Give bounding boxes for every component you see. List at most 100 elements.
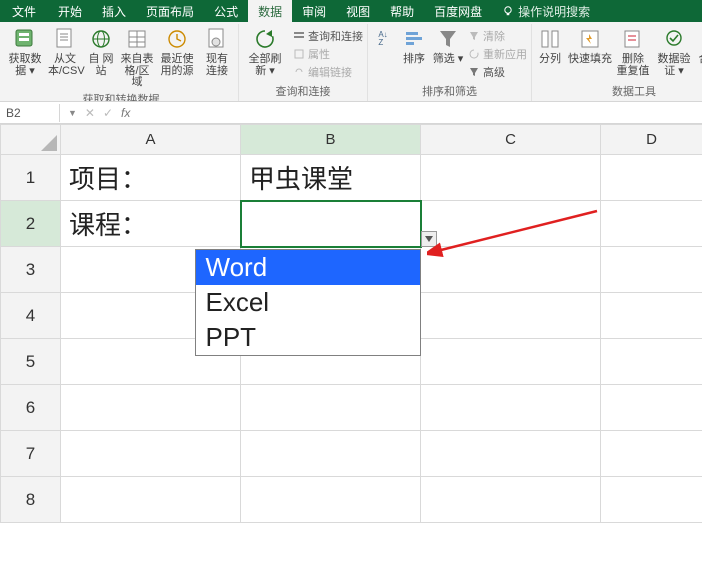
tab-home[interactable]: 开始: [48, 0, 92, 22]
lightbulb-icon: [502, 5, 514, 17]
cell-D4[interactable]: [601, 293, 702, 339]
tab-baidu-pan[interactable]: 百度网盘: [424, 0, 492, 22]
tab-file[interactable]: 文件: [0, 0, 48, 22]
advanced-icon: [468, 66, 480, 78]
from-web-button[interactable]: 自 网站: [88, 26, 114, 77]
row-header-6[interactable]: 6: [1, 385, 61, 431]
cell-B2[interactable]: [241, 201, 421, 247]
cell-C6[interactable]: [421, 385, 601, 431]
select-all-corner[interactable]: [1, 125, 61, 155]
from-table-range-button[interactable]: 来自表 格/区域: [120, 26, 154, 89]
cell-C4[interactable]: [421, 293, 601, 339]
clear-icon: [468, 30, 480, 42]
clear-filter-button[interactable]: 清除: [468, 28, 527, 44]
cell-D7[interactable]: [601, 431, 702, 477]
spreadsheet: A B C D 1 项目： 甲虫课堂 2 课程： 3: [0, 124, 702, 523]
consolidate-label: 合并计: [699, 54, 702, 66]
name-box[interactable]: B2: [0, 104, 60, 122]
cell-B6[interactable]: [241, 385, 421, 431]
row-header-1[interactable]: 1: [1, 155, 61, 201]
cell-D1[interactable]: [601, 155, 702, 201]
existing-connections-button[interactable]: 现有 连接: [200, 26, 234, 77]
namebox-dropdown-icon[interactable]: ▼: [68, 108, 77, 118]
row-header-4[interactable]: 4: [1, 293, 61, 339]
data-validation-icon: [661, 26, 687, 52]
fx-icon[interactable]: fx: [121, 106, 130, 120]
reapply-label: 重新应用: [483, 46, 527, 62]
advanced-filter-button[interactable]: 高级: [468, 64, 527, 80]
filter-button[interactable]: 筛选 ▾: [434, 26, 462, 66]
col-header-C[interactable]: C: [421, 125, 601, 155]
sort-label: 排序: [403, 54, 425, 66]
cell-C1[interactable]: [421, 155, 601, 201]
col-header-A[interactable]: A: [61, 125, 241, 155]
row-header-7[interactable]: 7: [1, 431, 61, 477]
fx-confirm-icon[interactable]: ✓: [103, 106, 113, 120]
cell-B1[interactable]: 甲虫课堂: [241, 155, 421, 201]
col-header-B[interactable]: B: [241, 125, 421, 155]
cell-A6[interactable]: [61, 385, 241, 431]
col-header-D[interactable]: D: [601, 125, 702, 155]
data-validation-button[interactable]: 数据验 证 ▾: [656, 26, 692, 77]
cell-C3[interactable]: [421, 247, 601, 293]
text-to-columns-button[interactable]: 分列: [536, 26, 564, 66]
tab-data[interactable]: 数据: [248, 0, 292, 22]
tab-formulas[interactable]: 公式: [204, 0, 248, 22]
recent-icon: [164, 26, 190, 52]
existing-conn-icon: [204, 26, 230, 52]
tab-review[interactable]: 审阅: [292, 0, 336, 22]
consolidate-button[interactable]: 合并计: [698, 26, 702, 66]
tab-page-layout[interactable]: 页面布局: [136, 0, 204, 22]
flash-fill-button[interactable]: 快速填充: [570, 26, 610, 66]
cell-C7[interactable]: [421, 431, 601, 477]
group-label-get: 获取和转换数据: [83, 89, 160, 102]
funnel-icon: [435, 26, 461, 52]
cell-B8[interactable]: [241, 477, 421, 523]
cell-A1[interactable]: 项目：: [61, 155, 241, 201]
tab-view[interactable]: 视图: [336, 0, 380, 22]
cell-C2[interactable]: [421, 201, 601, 247]
cell-D2[interactable]: [601, 201, 702, 247]
dropdown-option-2[interactable]: PPT: [196, 320, 420, 355]
cell-A8[interactable]: [61, 477, 241, 523]
ribbon: 获取数 据 ▾ 从文 本/CSV 自 网站 来自表 格/区域: [0, 22, 702, 102]
refresh-all-button[interactable]: 全部刷新 ▾: [243, 26, 287, 77]
flash-fill-icon: [577, 26, 603, 52]
reapply-button[interactable]: 重新应用: [468, 46, 527, 62]
properties-button[interactable]: 属性: [293, 46, 363, 62]
sort-button[interactable]: 排序: [400, 26, 428, 66]
from-text-csv-button[interactable]: 从文 本/CSV: [48, 26, 82, 77]
group-sort-filter: A↓Z 排序 筛选 ▾ 清除: [368, 24, 532, 101]
edit-links-label: 编辑链接: [308, 64, 352, 80]
dropdown-option-1[interactable]: Excel: [196, 285, 420, 320]
cell-D3[interactable]: [601, 247, 702, 293]
cell-D5[interactable]: [601, 339, 702, 385]
edit-links-button[interactable]: 编辑链接: [293, 64, 363, 80]
data-validation-dropdown-button[interactable]: [421, 231, 437, 247]
sort-az-button[interactable]: A↓Z: [372, 26, 394, 52]
cell-C8[interactable]: [421, 477, 601, 523]
cell-C5[interactable]: [421, 339, 601, 385]
row-header-5[interactable]: 5: [1, 339, 61, 385]
cell-D6[interactable]: [601, 385, 702, 431]
get-data-button[interactable]: 获取数 据 ▾: [8, 26, 42, 77]
cell-A7[interactable]: [61, 431, 241, 477]
properties-icon: [293, 48, 305, 60]
existing-conn-label: 现有 连接: [200, 54, 234, 77]
row-header-8[interactable]: 8: [1, 477, 61, 523]
fx-cancel-icon[interactable]: ✕: [85, 106, 95, 120]
dropdown-option-0[interactable]: Word: [196, 250, 420, 285]
row-header-2[interactable]: 2: [1, 201, 61, 247]
cell-D8[interactable]: [601, 477, 702, 523]
list-icon: [293, 30, 305, 42]
group-data-tools: 分列 快速填充 删除 重复值 数据验 证 ▾: [532, 24, 702, 101]
recent-sources-button[interactable]: 最近使 用的源: [160, 26, 194, 77]
tab-insert[interactable]: 插入: [92, 0, 136, 22]
remove-duplicates-button[interactable]: 删除 重复值: [616, 26, 650, 77]
cell-B7[interactable]: [241, 431, 421, 477]
queries-connections-button[interactable]: 查询和连接: [293, 28, 363, 44]
cell-A2[interactable]: 课程：: [61, 201, 241, 247]
tab-help[interactable]: 帮助: [380, 0, 424, 22]
row-header-3[interactable]: 3: [1, 247, 61, 293]
tell-me-search[interactable]: 操作说明搜索: [492, 0, 600, 22]
